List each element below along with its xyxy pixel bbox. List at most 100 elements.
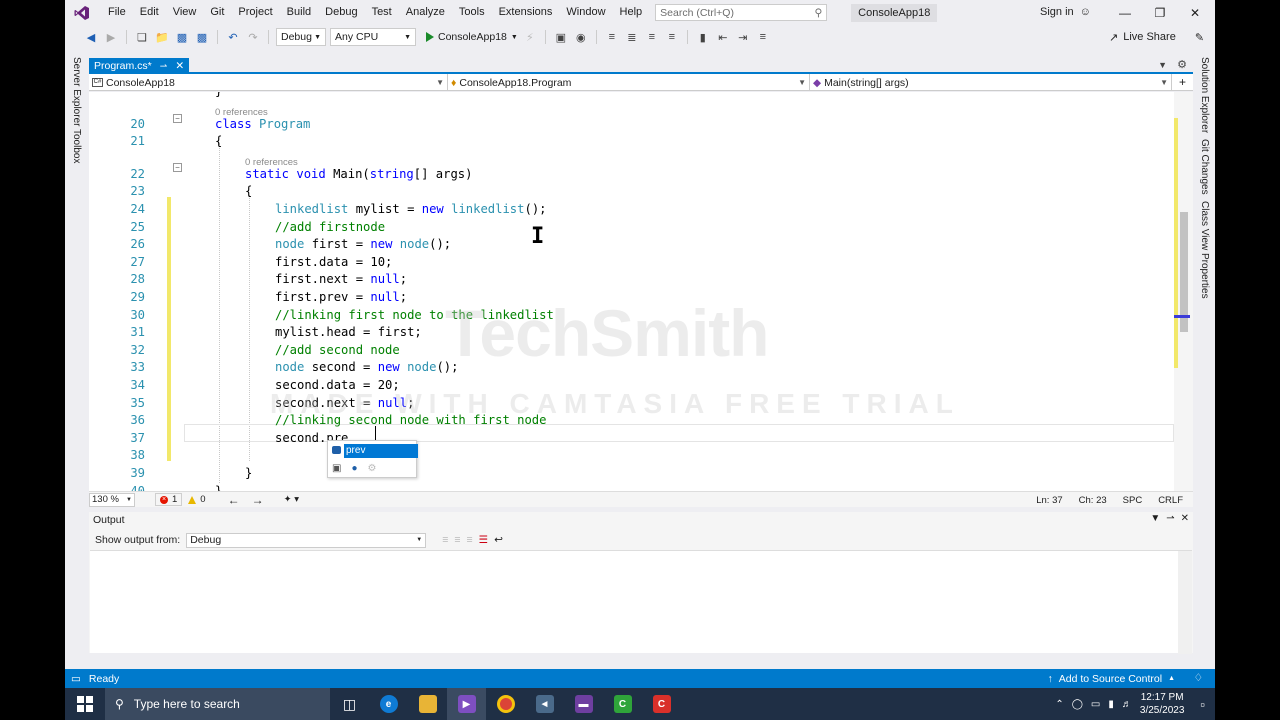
- bookmark-icon[interactable]: ▮: [695, 29, 711, 45]
- meet-now-icon[interactable]: ◯: [1072, 699, 1083, 710]
- menu-item-extensions[interactable]: Extensions: [492, 0, 560, 25]
- menu-item-tools[interactable]: Tools: [452, 0, 492, 25]
- clock[interactable]: 12:17 PM 3/25/2023: [1140, 691, 1185, 717]
- menu-item-project[interactable]: Project: [231, 0, 279, 25]
- file-explorer-icon[interactable]: [408, 688, 447, 720]
- next-bookmark-icon[interactable]: ⇥: [735, 29, 751, 45]
- scrollbar-thumb[interactable]: [1180, 212, 1188, 332]
- properties-tab[interactable]: Properties: [1199, 253, 1210, 299]
- chevron-down-icon[interactable]: ▼: [1158, 60, 1167, 70]
- camera-icon[interactable]: ◉: [573, 29, 589, 45]
- next-message-icon[interactable]: ≡: [467, 534, 473, 546]
- camtasia-recorder-icon[interactable]: C: [642, 688, 681, 720]
- output-vertical-scrollbar[interactable]: [1178, 551, 1192, 654]
- undo-icon[interactable]: ↶: [225, 29, 241, 45]
- menu-item-git[interactable]: Git: [203, 0, 231, 25]
- action-center-icon[interactable]: ▫: [1200, 697, 1205, 712]
- whitespace-mode[interactable]: SPC: [1123, 495, 1143, 506]
- code-editor[interactable]: }0 references20class Program21{0 referen…: [89, 92, 1193, 491]
- chevron-up-icon[interactable]: ⌃: [1055, 699, 1063, 710]
- menu-item-view[interactable]: View: [166, 0, 204, 25]
- type-dropdown[interactable]: ♦ ConsoleApp18.Program ▼: [448, 74, 810, 91]
- volume-icon[interactable]: ♬: [1122, 699, 1132, 710]
- completion-item[interactable]: prev: [330, 443, 418, 458]
- navigate-forward-icon[interactable]: →: [252, 493, 264, 507]
- hot-reload-icon[interactable]: ⚡: [522, 29, 538, 45]
- code-cleanup-icon[interactable]: ✦ ▾: [284, 494, 299, 505]
- close-window-button[interactable]: ✕: [1178, 0, 1212, 25]
- intellisense-popup[interactable]: prev ▣ ● ⚙: [327, 440, 418, 478]
- visual-studio-taskbar-icon[interactable]: ▶: [447, 688, 486, 720]
- menu-item-edit[interactable]: Edit: [133, 0, 166, 25]
- editor-vertical-scrollbar[interactable]: [1174, 92, 1193, 491]
- clear-all-icon[interactable]: ☰: [479, 534, 488, 546]
- solution-explorer-tab[interactable]: Solution Explorer: [1199, 57, 1210, 133]
- redo-icon[interactable]: ↷: [245, 29, 261, 45]
- menu-item-test[interactable]: Test: [365, 0, 399, 25]
- zoom-select[interactable]: 130 % ▼: [89, 492, 135, 507]
- start-button[interactable]: [65, 688, 105, 720]
- restore-button[interactable]: ❐: [1143, 0, 1177, 25]
- sign-in-button[interactable]: Sign in ☺: [1040, 0, 1091, 25]
- python-app-icon[interactable]: ◄: [525, 688, 564, 720]
- collapse-icon[interactable]: −: [173, 163, 182, 172]
- menu-item-window[interactable]: Window: [559, 0, 612, 25]
- collapse-icon[interactable]: −: [173, 114, 182, 123]
- media-app-icon[interactable]: ▬: [564, 688, 603, 720]
- class-view-tab[interactable]: Class View: [1199, 201, 1210, 250]
- add-to-source-control-button[interactable]: ↑ Add to Source Control ▲: [1048, 669, 1176, 688]
- output-text-area[interactable]: [90, 550, 1192, 654]
- network-icon[interactable]: ▭: [1091, 699, 1100, 710]
- pin-icon[interactable]: ⇀: [1166, 513, 1174, 524]
- menu-item-debug[interactable]: Debug: [318, 0, 364, 25]
- notifications-bell-icon[interactable]: ♢: [1194, 672, 1203, 684]
- warning-count-button[interactable]: 0: [188, 494, 206, 505]
- prev-bookmark-icon[interactable]: ⇤: [715, 29, 731, 45]
- field-filter-icon[interactable]: ●: [351, 463, 357, 474]
- camtasia-green-icon[interactable]: C: [603, 688, 642, 720]
- edge-icon[interactable]: e: [369, 688, 408, 720]
- minimize-button[interactable]: —: [1108, 0, 1142, 25]
- word-wrap-icon[interactable]: ↩: [494, 534, 503, 546]
- property-filter-icon[interactable]: ⚙: [368, 463, 377, 474]
- menu-item-build[interactable]: Build: [280, 0, 318, 25]
- tab-program-cs[interactable]: Program.cs* ⇀ ✕: [89, 58, 190, 74]
- configuration-select[interactable]: Debug ▼: [276, 28, 326, 46]
- feedback-icon[interactable]: ✎: [1195, 31, 1204, 44]
- expand-filter-icon[interactable]: ▣: [332, 463, 341, 474]
- chevron-down-icon[interactable]: ▼: [1150, 513, 1160, 524]
- menu-item-analyze[interactable]: Analyze: [399, 0, 452, 25]
- close-icon[interactable]: ✕: [1181, 513, 1189, 524]
- menu-item-help[interactable]: Help: [613, 0, 650, 25]
- close-icon[interactable]: ✕: [175, 60, 184, 72]
- taskbar-search-input[interactable]: ⚲ Type here to search: [105, 688, 330, 720]
- line-ending[interactable]: CRLF: [1158, 495, 1183, 506]
- prev-message-icon[interactable]: ≡: [454, 534, 460, 546]
- uncomment-icon[interactable]: ≡: [664, 29, 680, 45]
- error-count-button[interactable]: × 1: [155, 493, 183, 506]
- format-icon[interactable]: ≡: [604, 29, 620, 45]
- browse-icon[interactable]: ▣: [553, 29, 569, 45]
- toolbox-tab[interactable]: Toolbox: [71, 129, 82, 163]
- task-view-icon[interactable]: ◫: [330, 688, 369, 720]
- notification-icon[interactable]: ▭: [71, 673, 81, 685]
- forward-icon[interactable]: ▶: [103, 29, 119, 45]
- find-message-icon[interactable]: ≡: [442, 534, 448, 546]
- server-explorer-tab[interactable]: Server Explorer: [71, 57, 82, 126]
- navigate-back-icon[interactable]: ←: [228, 493, 240, 507]
- comment-icon[interactable]: ≡: [644, 29, 660, 45]
- start-debugging-button[interactable]: ConsoleApp18 ▼: [426, 31, 518, 43]
- project-dropdown[interactable]: C# ConsoleApp18 ▼: [89, 74, 448, 91]
- live-share-button[interactable]: ↗ Live Share ✎: [1109, 25, 1204, 49]
- pin-icon[interactable]: ⇀: [160, 61, 168, 72]
- battery-icon[interactable]: ▮: [1108, 699, 1114, 710]
- back-icon[interactable]: ◀: [83, 29, 99, 45]
- save-icon[interactable]: ▩: [174, 29, 190, 45]
- split-window-icon[interactable]: +: [1172, 74, 1193, 90]
- git-changes-tab[interactable]: Git Changes: [1199, 139, 1210, 195]
- new-project-icon[interactable]: ❏: [134, 29, 150, 45]
- gear-icon[interactable]: ⚙: [1177, 58, 1187, 71]
- menu-item-file[interactable]: File: [101, 0, 133, 25]
- align-icon[interactable]: ≣: [624, 29, 640, 45]
- platform-select[interactable]: Any CPU ▼: [330, 28, 416, 46]
